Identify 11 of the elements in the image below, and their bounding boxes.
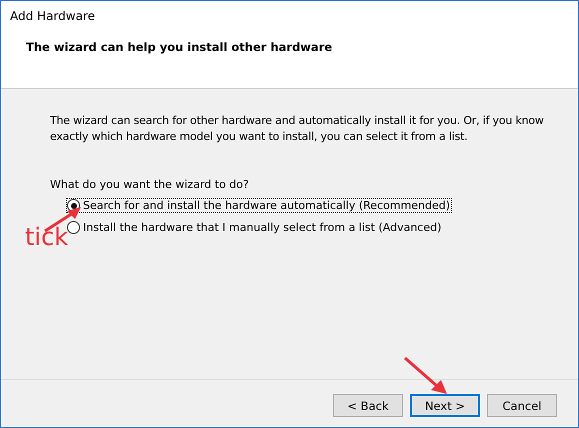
radio-option[interactable]: Search for and install the hardware automatically (Recommended) — [66, 198, 452, 213]
wizard-button[interactable]: Cancel — [487, 394, 557, 417]
annotation-label: tick — [25, 223, 68, 251]
wizard-button[interactable]: < Back — [333, 394, 403, 417]
radio-option[interactable]: Install the hardware that I manually select from a list (Advanced) — [66, 220, 444, 235]
question-text: What do you want the wizard to do? — [50, 178, 250, 191]
intro-text: The wizard can search for other hardware and automatically install it for you. Or, if you know exactly which hardware model you want to install, you can select it from a list. — [50, 113, 545, 145]
window-title: Add Hardware — [10, 9, 96, 23]
page-heading: The wizard can help you install other hardware — [26, 40, 334, 54]
wizard-button[interactable]: Next > — [410, 394, 480, 417]
annotation-arrow — [403, 356, 449, 396]
